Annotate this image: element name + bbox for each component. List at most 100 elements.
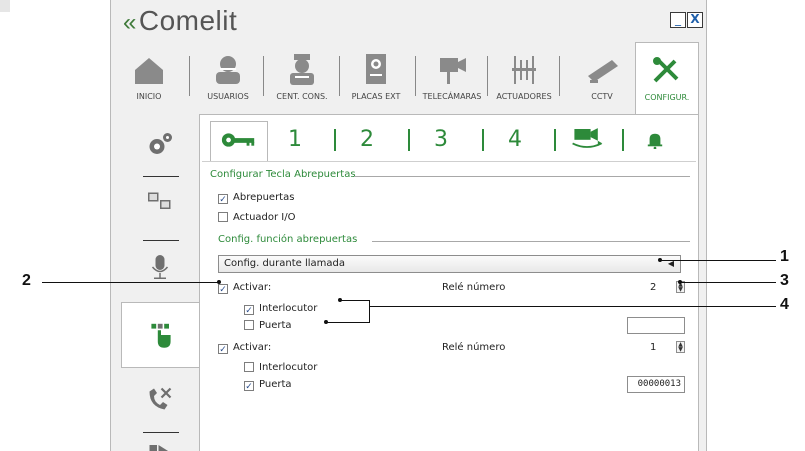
interlocutor-label: Interlocutor <box>259 362 318 373</box>
tools-icon <box>653 57 679 83</box>
logo-symbol-icon: « <box>123 9 137 36</box>
bell-icon <box>647 133 663 150</box>
abrepuertas-row[interactable]: ✓ Abrepuertas <box>218 192 294 205</box>
tab-separator <box>408 129 410 151</box>
puerta-row-1[interactable]: Puerta <box>244 320 292 331</box>
activar-row-2[interactable]: ✓ Activar: <box>218 342 271 355</box>
puerta-row-2[interactable]: ✓ Puerta <box>244 379 292 392</box>
nav-item-cent-cons[interactable]: CENT. CONS. <box>269 52 335 112</box>
callout-leader-4 <box>370 306 776 307</box>
callout-number-2: 2 <box>22 272 31 289</box>
tab-3[interactable]: 3 <box>428 123 454 155</box>
nav-label: CONFIGUR. <box>644 93 690 102</box>
activar-checkbox-1[interactable]: ✓ <box>218 284 228 295</box>
interlocutor-label: Interlocutor <box>259 303 318 314</box>
tab-4[interactable]: 4 <box>502 123 528 155</box>
nav-label: CENT. CONS. <box>276 92 328 101</box>
dropdown-value: Config. durante llamada <box>224 258 345 269</box>
tab-1[interactable]: 1 <box>282 123 308 155</box>
close-button[interactable]: X <box>687 12 703 28</box>
interlocutor-checkbox-2[interactable] <box>244 362 254 372</box>
rele-label-1: Relé número <box>442 282 506 293</box>
key-icon <box>221 133 255 147</box>
rele-spinner-2[interactable]: ▲ ▼ <box>676 341 685 353</box>
tele-camera-icon <box>440 58 466 84</box>
nav-label: TELECÁMARAS <box>422 92 482 101</box>
tab-video-transfer[interactable] <box>564 123 610 155</box>
call-mode-dropdown[interactable]: Config. durante llamada ◀ <box>218 255 681 273</box>
callout-leader-4a <box>340 300 370 301</box>
actuador-checkbox[interactable] <box>218 212 228 222</box>
nav-item-inicio[interactable]: INICIO <box>121 52 177 112</box>
callout-number-1: 1 <box>780 248 789 265</box>
side-item-network[interactable] <box>121 178 199 240</box>
interlocutor-row-1[interactable]: ✓ Interlocutor <box>244 303 318 316</box>
dropdown-arrow-icon: ◀ <box>667 259 674 268</box>
puerta-checkbox-2[interactable]: ✓ <box>244 381 254 392</box>
concierge-icon <box>290 54 314 85</box>
side-item-audio[interactable] <box>121 242 199 304</box>
actuador-row[interactable]: Actuador I/O <box>218 212 296 223</box>
puerta-checkbox-1[interactable] <box>244 320 254 330</box>
hand-touch-icon <box>150 323 171 348</box>
gears-icon <box>149 133 172 154</box>
side-item-doorlock[interactable] <box>121 302 199 368</box>
callout-number-4: 4 <box>780 296 789 313</box>
interlocutor-row-2[interactable]: Interlocutor <box>244 362 317 373</box>
logo-text: Comelit <box>138 5 238 36</box>
callout-leader-3 <box>680 282 776 283</box>
callout-dot-4b <box>324 320 328 324</box>
nav-separator <box>559 56 560 96</box>
callout-number-3: 3 <box>780 272 789 289</box>
group-divider <box>354 176 690 177</box>
side-item-phone[interactable] <box>121 370 199 432</box>
callout-dot-1 <box>658 258 662 262</box>
side-item-forward[interactable] <box>121 434 199 451</box>
actuator-icon <box>512 56 536 84</box>
side-separator <box>143 240 179 241</box>
entrance-panel-icon <box>366 54 386 84</box>
callout-dot-4a <box>338 298 342 302</box>
activar-row-1[interactable]: ✓ Activar: <box>218 282 271 295</box>
user-icon <box>216 56 240 84</box>
nav-item-cctv[interactable]: CCTV <box>567 52 637 112</box>
nav-separator <box>339 56 340 96</box>
nav-label: PLACAS EXT <box>351 92 401 101</box>
nav-item-actuadores[interactable]: ACTUADORES <box>491 52 557 112</box>
tab-key[interactable] <box>210 121 268 161</box>
side-item-settings[interactable] <box>121 114 199 176</box>
actuador-label: Actuador I/O <box>233 212 296 223</box>
callout-leader-4b <box>326 322 370 323</box>
nav-item-configur-inner: CONFIGUR. <box>636 53 698 113</box>
minimize-button[interactable]: _ <box>670 12 686 28</box>
nav-label: USUARIOS <box>207 92 249 101</box>
puerta-code-field-2[interactable]: 00000013 <box>627 376 685 393</box>
cctv-camera-icon <box>588 60 618 83</box>
nav-separator <box>189 56 190 96</box>
nav-item-configur[interactable]: CONFIGUR. <box>635 42 699 114</box>
activar-checkbox-2[interactable]: ✓ <box>218 344 228 355</box>
nav-item-telecamaras[interactable]: TELECÁMARAS <box>417 52 487 112</box>
tab-2[interactable]: 2 <box>354 123 380 155</box>
interlocutor-checkbox-1[interactable]: ✓ <box>244 305 254 316</box>
rele-label-2: Relé número <box>442 342 506 353</box>
puerta-label: Puerta <box>259 379 292 390</box>
side-separator <box>143 176 179 177</box>
tab-separator <box>622 129 624 151</box>
tab-separator <box>554 129 556 151</box>
callout-bracket-4 <box>369 300 370 322</box>
tab-separator <box>334 129 336 151</box>
nav-separator <box>263 56 264 96</box>
tab-bell[interactable] <box>640 123 670 155</box>
tab-separator <box>482 129 484 151</box>
video-transfer-icon <box>572 128 603 148</box>
callout-leader-2 <box>42 282 219 283</box>
puerta-code-field-1[interactable] <box>627 317 685 334</box>
callout-dot-3 <box>678 280 682 284</box>
puerta-label: Puerta <box>259 320 292 331</box>
nav-item-placas-ext[interactable]: PLACAS EXT <box>343 52 409 112</box>
group-title-config-funcion: Config. función abrepuertas <box>218 234 358 245</box>
nav-item-usuarios[interactable]: USUARIOS <box>195 52 261 112</box>
abrepuertas-checkbox[interactable]: ✓ <box>218 194 228 205</box>
comelit-logo: «Comelit <box>123 5 238 36</box>
